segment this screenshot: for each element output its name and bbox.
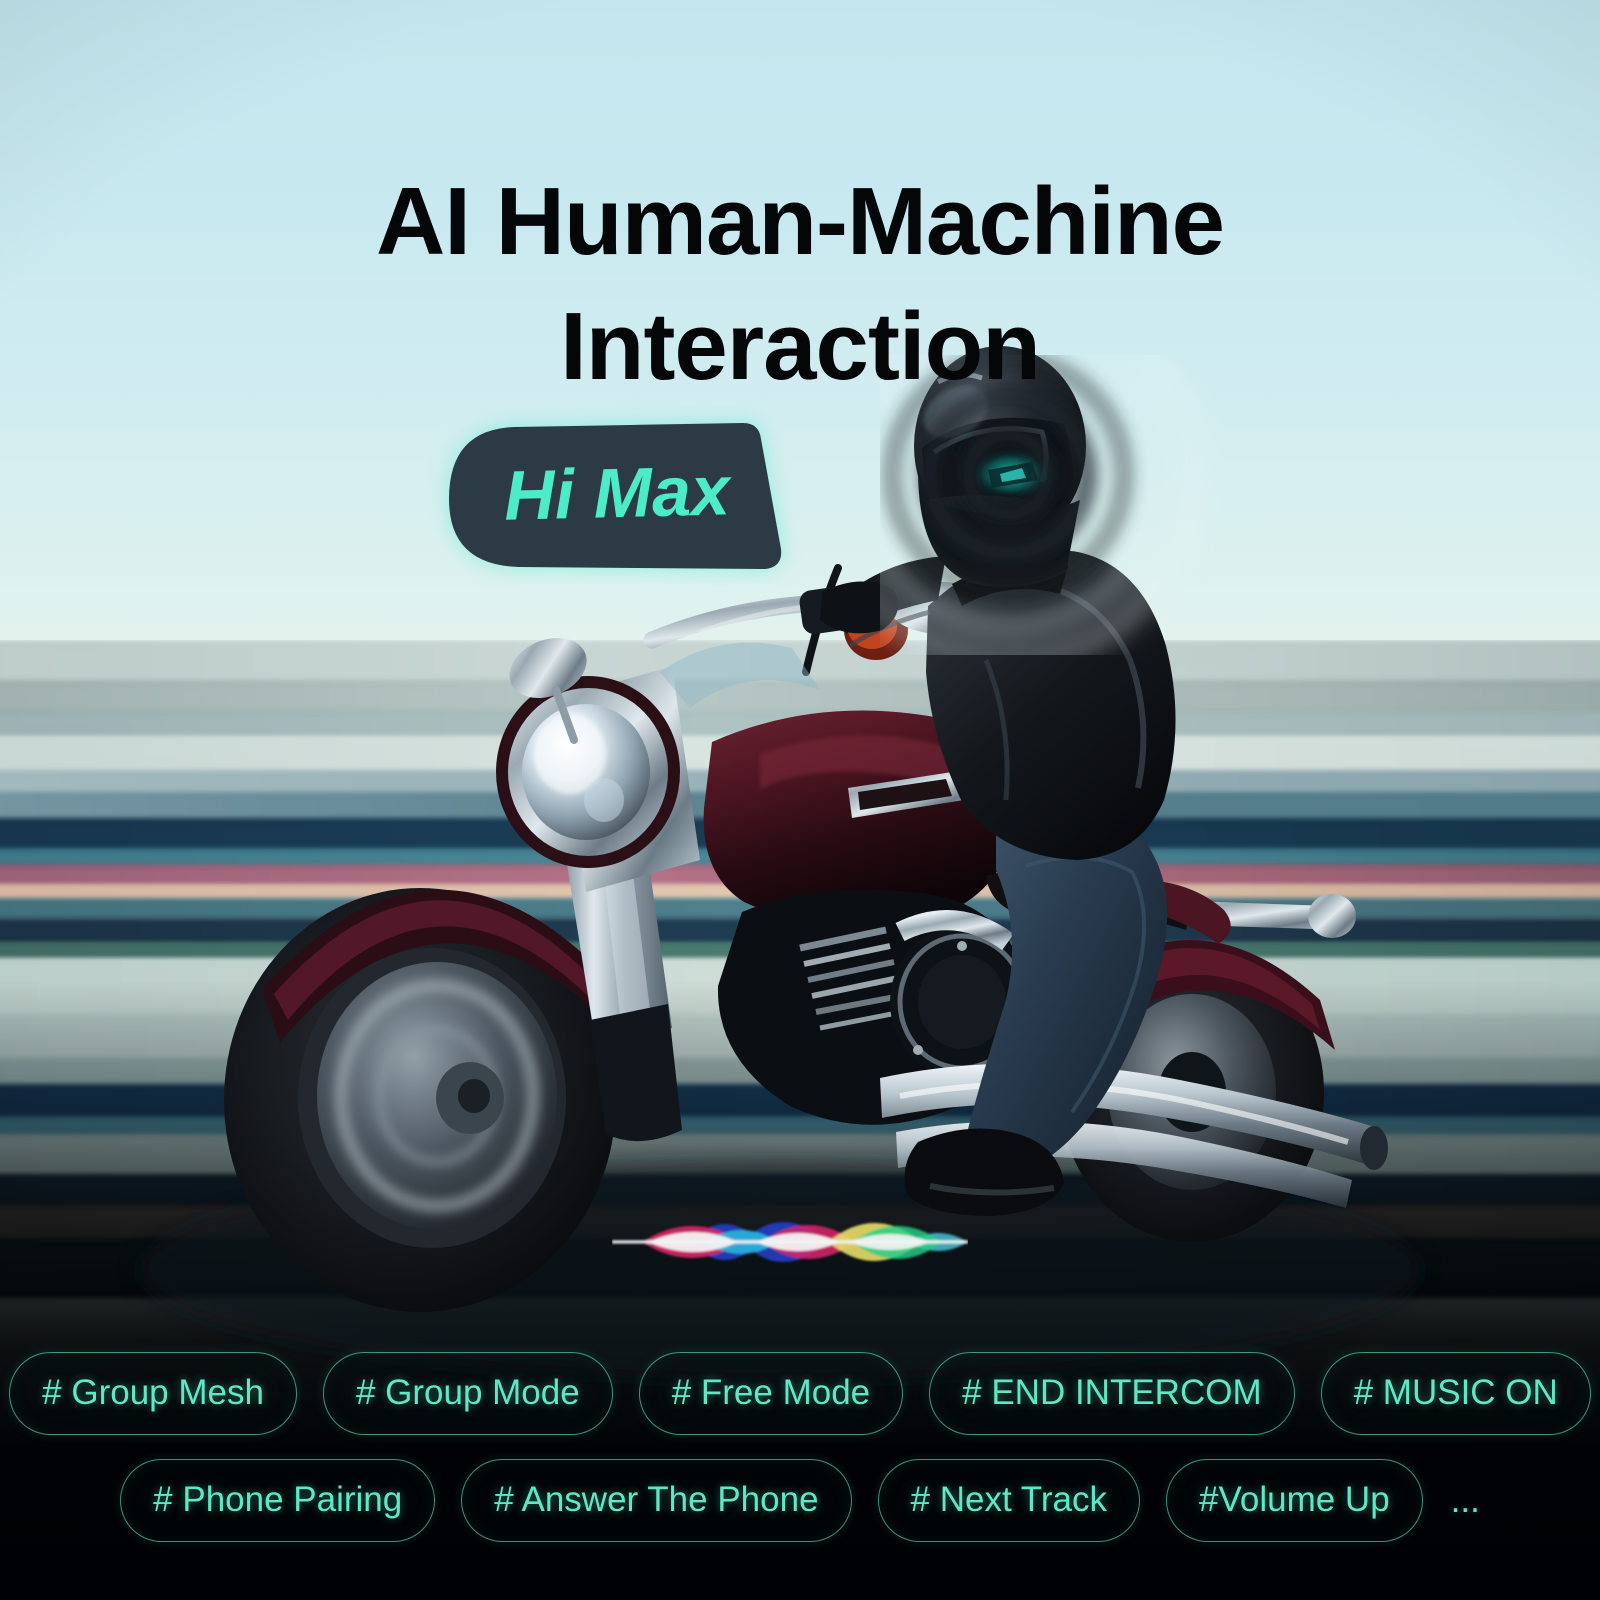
- feature-tag-row-1: # Group Mesh # Group Mode # Free Mode # …: [9, 1352, 1591, 1435]
- feature-tag[interactable]: # MUSIC ON: [1320, 1352, 1591, 1435]
- voice-wake-word-text: Hi Max: [503, 451, 731, 535]
- feature-tag[interactable]: # Answer The Phone: [461, 1459, 852, 1542]
- feature-tag[interactable]: # Next Track: [877, 1459, 1140, 1542]
- feature-tag[interactable]: # Group Mode: [322, 1352, 613, 1435]
- page-title: AI Human-Machine Interaction: [375, 168, 1225, 401]
- feature-tag[interactable]: # Free Mode: [638, 1352, 904, 1435]
- voice-wake-word-badge: Hi Max: [443, 421, 791, 571]
- feature-tag[interactable]: # END INTERCOM: [929, 1352, 1295, 1435]
- feature-tag-cloud: # Group Mesh # Group Mode # Free Mode # …: [0, 1352, 1600, 1542]
- more-tags-indicator: ...: [1450, 1481, 1480, 1520]
- feature-tag[interactable]: #Volume Up: [1165, 1459, 1423, 1542]
- feature-tag[interactable]: # Group Mesh: [9, 1352, 297, 1435]
- feature-tag[interactable]: # Phone Pairing: [120, 1459, 436, 1542]
- feature-tag-row-2: # Phone Pairing # Answer The Phone # Nex…: [120, 1459, 1480, 1542]
- headlight: [496, 676, 680, 868]
- siri-waveform-icon: [612, 1196, 968, 1288]
- promo-poster: AI Human-Machine Interaction Hi Max # Gr…: [0, 0, 1600, 1600]
